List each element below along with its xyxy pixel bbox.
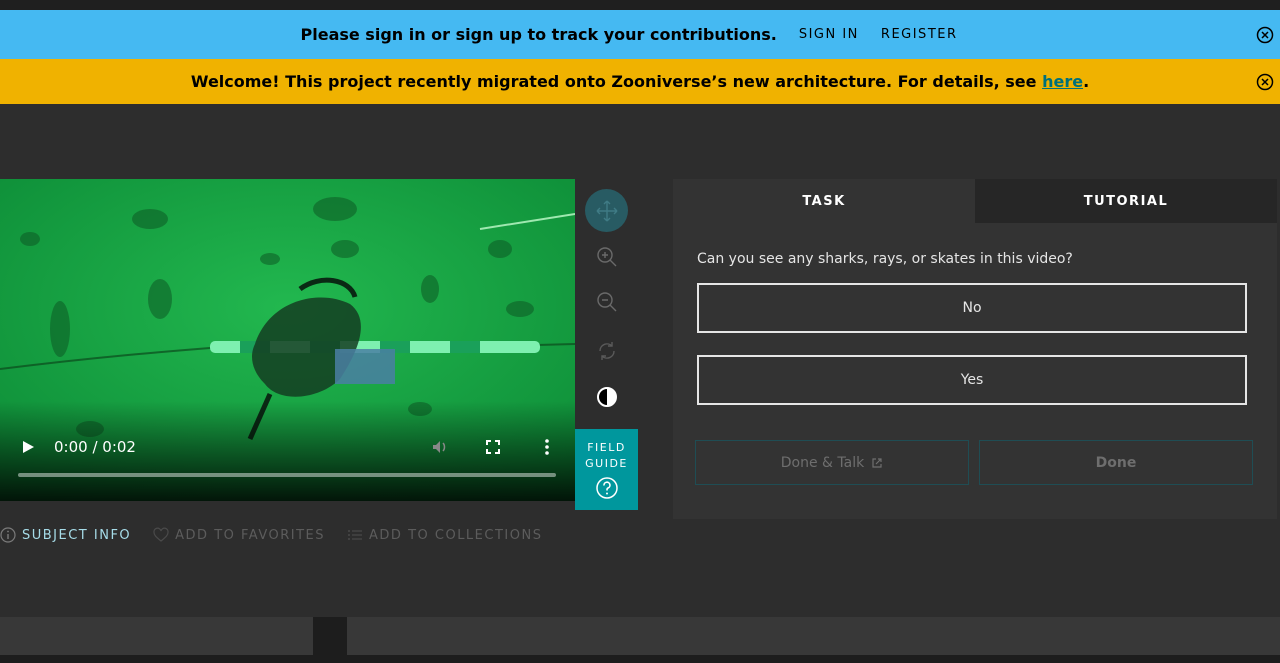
zoom-out-icon: [596, 291, 616, 311]
subject-info-button[interactable]: SUBJECT INFO: [0, 527, 131, 543]
migration-suffix: .: [1083, 72, 1090, 91]
play-icon[interactable]: [20, 439, 36, 455]
subject-video[interactable]: 0:00 / 0:02: [0, 179, 575, 501]
done-and-talk-label: Done & Talk: [780, 454, 865, 471]
list-icon: [348, 530, 363, 540]
zoom-in-button[interactable]: [585, 235, 628, 278]
bottom-card-right: [347, 617, 1280, 655]
question-mark-icon: [595, 477, 618, 499]
video-progress-bar[interactable]: [18, 473, 556, 477]
migration-text: Welcome! This project recently migrated …: [190, 72, 1043, 91]
field-guide-line2: GUIDE: [585, 457, 628, 470]
tab-tutorial[interactable]: TUTORIAL: [975, 179, 1277, 223]
close-signin-banner-icon[interactable]: [1256, 26, 1274, 44]
details-here-link[interactable]: here: [1042, 72, 1083, 91]
external-link-icon: [872, 457, 882, 468]
field-guide-label: FIELD GUIDE: [575, 440, 638, 472]
close-migration-banner-icon[interactable]: [1256, 73, 1274, 91]
info-icon: [0, 527, 16, 543]
done-and-talk-button[interactable]: Done & Talk: [695, 440, 969, 485]
field-guide-line1: FIELD: [587, 441, 626, 454]
rotate-button[interactable]: [585, 329, 628, 372]
sign-in-link[interactable]: SIGN IN: [799, 27, 859, 42]
image-toolbar: [575, 179, 638, 429]
subject-meta-bar: SUBJECT INFO ADD TO FAVORITES ADD TO COL…: [0, 525, 564, 545]
video-time: 0:00 / 0:02: [54, 438, 136, 456]
task-question: Can you see any sharks, rays, or skates …: [697, 251, 1073, 267]
zoom-out-button[interactable]: [585, 280, 628, 323]
done-button[interactable]: Done: [979, 440, 1253, 485]
bottom-card-left: [0, 617, 313, 655]
contrast-icon: [596, 386, 617, 407]
add-to-favorites-button[interactable]: ADD TO FAVORITES: [153, 527, 325, 543]
rotate-icon: [598, 341, 615, 360]
tab-task[interactable]: TASK: [673, 179, 975, 223]
favorites-label: ADD TO FAVORITES: [175, 527, 326, 543]
heart-icon: [153, 527, 169, 542]
top-edge: [0, 0, 1280, 10]
volume-icon[interactable]: [431, 438, 449, 456]
subject-info-label: SUBJECT INFO: [22, 527, 132, 543]
zoom-in-icon: [596, 246, 616, 266]
more-options-icon[interactable]: [538, 438, 556, 456]
task-panel: TASK TUTORIAL Can you see any sharks, ra…: [673, 179, 1277, 519]
add-to-collections-button[interactable]: ADD TO COLLECTIONS: [347, 527, 542, 543]
register-link[interactable]: REGISTER: [881, 27, 958, 42]
migration-banner: Welcome! This project recently migrated …: [0, 59, 1280, 104]
fullscreen-icon[interactable]: [484, 438, 502, 456]
task-tabs: TASK TUTORIAL: [673, 179, 1277, 223]
signin-banner: Please sign in or sign up to track your …: [0, 10, 1280, 59]
answer-no-button[interactable]: No: [697, 283, 1247, 333]
invert-colors-button[interactable]: [585, 375, 628, 418]
signin-banner-message: Please sign in or sign up to track your …: [300, 25, 777, 44]
answer-yes-button[interactable]: Yes: [697, 355, 1247, 405]
move-icon: [596, 200, 617, 221]
move-tool-button[interactable]: [585, 189, 628, 232]
collections-label: ADD TO COLLECTIONS: [369, 527, 543, 543]
migration-banner-message: Welcome! This project recently migrated …: [191, 72, 1089, 91]
field-guide-button[interactable]: FIELD GUIDE: [575, 429, 638, 510]
